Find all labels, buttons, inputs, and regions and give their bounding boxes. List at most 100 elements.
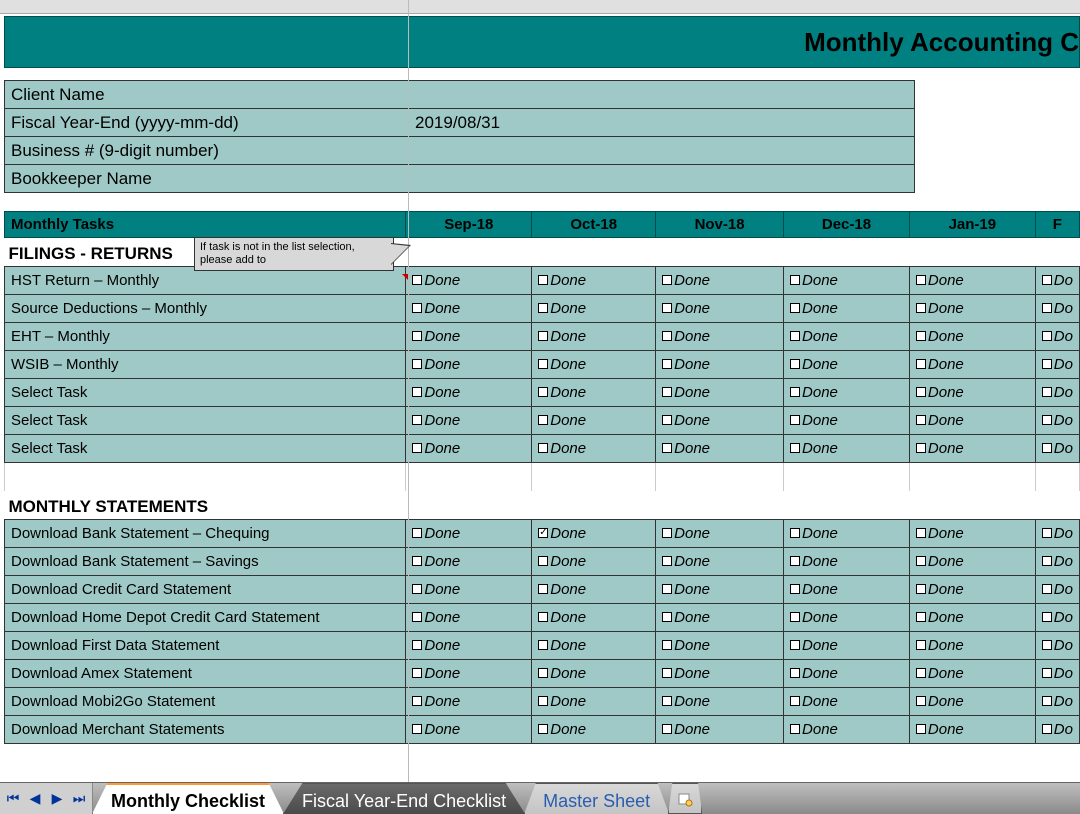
sheet-tab[interactable]: Monthly Checklist bbox=[92, 783, 284, 814]
task-name-cell[interactable]: Download Home Depot Credit Card Statemen… bbox=[5, 603, 406, 631]
done-checkbox[interactable] bbox=[916, 443, 926, 453]
done-cell[interactable]: Done bbox=[406, 547, 532, 575]
task-name-cell[interactable]: Download Credit Card Statement bbox=[5, 575, 406, 603]
done-cell[interactable]: Done bbox=[532, 267, 656, 295]
done-checkbox[interactable] bbox=[790, 724, 800, 734]
done-checkbox[interactable] bbox=[1042, 415, 1052, 425]
done-checkbox[interactable] bbox=[1042, 612, 1052, 622]
done-checkbox[interactable] bbox=[1042, 668, 1052, 678]
done-cell[interactable]: Do bbox=[1035, 295, 1079, 323]
done-cell[interactable]: Done bbox=[784, 351, 910, 379]
done-cell[interactable]: Done bbox=[406, 295, 532, 323]
done-cell[interactable]: Done bbox=[909, 379, 1035, 407]
done-cell[interactable]: Done bbox=[532, 547, 656, 575]
done-checkbox[interactable] bbox=[790, 387, 800, 397]
done-checkbox[interactable] bbox=[412, 696, 422, 706]
done-checkbox[interactable] bbox=[916, 640, 926, 650]
done-checkbox[interactable] bbox=[538, 724, 548, 734]
done-checkbox[interactable] bbox=[1042, 584, 1052, 594]
done-checkbox[interactable] bbox=[538, 275, 548, 285]
done-checkbox[interactable] bbox=[916, 612, 926, 622]
done-cell[interactable]: Done bbox=[656, 323, 784, 351]
done-checkbox[interactable] bbox=[1042, 724, 1052, 734]
meta-label-cell[interactable]: Business # (9-digit number) bbox=[5, 137, 409, 165]
done-checkbox[interactable] bbox=[538, 303, 548, 313]
done-checkbox[interactable] bbox=[662, 528, 672, 538]
done-cell[interactable]: Do bbox=[1035, 575, 1079, 603]
done-cell[interactable]: Do bbox=[1035, 267, 1079, 295]
done-checkbox[interactable] bbox=[790, 415, 800, 425]
sheet-tab[interactable]: Fiscal Year-End Checklist bbox=[283, 783, 525, 814]
done-checkbox[interactable] bbox=[538, 528, 548, 538]
meta-label-cell[interactable]: Bookkeeper Name bbox=[5, 165, 409, 193]
done-checkbox[interactable] bbox=[412, 387, 422, 397]
done-checkbox[interactable] bbox=[412, 303, 422, 313]
done-cell[interactable]: Done bbox=[406, 379, 532, 407]
task-name-cell[interactable]: Select Task bbox=[5, 435, 406, 463]
done-cell[interactable]: Done bbox=[909, 575, 1035, 603]
done-cell[interactable]: Done bbox=[656, 379, 784, 407]
done-cell[interactable]: Done bbox=[406, 435, 532, 463]
task-name-cell[interactable]: EHT – Monthly bbox=[5, 323, 406, 351]
done-cell[interactable]: Done bbox=[784, 435, 910, 463]
done-cell[interactable]: Done bbox=[909, 715, 1035, 743]
done-checkbox[interactable] bbox=[538, 359, 548, 369]
done-checkbox[interactable] bbox=[662, 612, 672, 622]
done-cell[interactable]: Do bbox=[1035, 379, 1079, 407]
done-cell[interactable]: Do bbox=[1035, 603, 1079, 631]
done-checkbox[interactable] bbox=[662, 584, 672, 594]
done-checkbox[interactable] bbox=[790, 303, 800, 313]
done-checkbox[interactable] bbox=[1042, 696, 1052, 706]
done-checkbox[interactable] bbox=[916, 415, 926, 425]
done-cell[interactable]: Done bbox=[784, 659, 910, 687]
done-checkbox[interactable] bbox=[1042, 331, 1052, 341]
tab-nav-prev-icon[interactable]: ◀ bbox=[26, 790, 44, 807]
done-checkbox[interactable] bbox=[1042, 443, 1052, 453]
done-cell[interactable]: Done bbox=[784, 715, 910, 743]
meta-label-cell[interactable]: Fiscal Year-End (yyyy-mm-dd) bbox=[5, 109, 409, 137]
done-checkbox[interactable] bbox=[1042, 528, 1052, 538]
done-cell[interactable]: Done bbox=[784, 631, 910, 659]
done-checkbox[interactable] bbox=[1042, 303, 1052, 313]
done-checkbox[interactable] bbox=[412, 640, 422, 650]
done-checkbox[interactable] bbox=[662, 303, 672, 313]
done-cell[interactable]: Done bbox=[532, 435, 656, 463]
done-checkbox[interactable] bbox=[1042, 275, 1052, 285]
done-checkbox[interactable] bbox=[662, 331, 672, 341]
done-cell[interactable]: Done bbox=[656, 351, 784, 379]
done-checkbox[interactable] bbox=[662, 275, 672, 285]
done-checkbox[interactable] bbox=[412, 584, 422, 594]
done-cell[interactable]: Done bbox=[784, 295, 910, 323]
done-checkbox[interactable] bbox=[662, 359, 672, 369]
done-cell[interactable]: Done bbox=[909, 631, 1035, 659]
meta-value-cell[interactable]: 2019/08/31 bbox=[409, 109, 915, 137]
done-cell[interactable]: Done bbox=[784, 687, 910, 715]
done-cell[interactable]: Do bbox=[1035, 435, 1079, 463]
done-checkbox[interactable] bbox=[662, 696, 672, 706]
meta-value-cell[interactable] bbox=[409, 165, 915, 193]
done-cell[interactable]: Done bbox=[406, 267, 532, 295]
done-cell[interactable]: Done bbox=[532, 379, 656, 407]
task-name-cell[interactable]: Download Bank Statement – Chequing bbox=[5, 519, 406, 547]
done-cell[interactable]: Done bbox=[656, 267, 784, 295]
done-checkbox[interactable] bbox=[790, 640, 800, 650]
tab-nav-last-icon[interactable]: ⏭ bbox=[70, 790, 88, 807]
done-checkbox[interactable] bbox=[412, 359, 422, 369]
done-checkbox[interactable] bbox=[1042, 640, 1052, 650]
done-cell[interactable]: Done bbox=[784, 575, 910, 603]
done-cell[interactable]: Done bbox=[406, 407, 532, 435]
done-cell[interactable]: Done bbox=[656, 435, 784, 463]
task-name-cell[interactable]: Download Bank Statement – Savings bbox=[5, 547, 406, 575]
done-cell[interactable]: Done bbox=[656, 547, 784, 575]
done-checkbox[interactable] bbox=[412, 415, 422, 425]
done-cell[interactable]: Done bbox=[406, 519, 532, 547]
tab-nav-first-icon[interactable]: ⏮ bbox=[4, 790, 22, 807]
done-checkbox[interactable] bbox=[790, 528, 800, 538]
done-cell[interactable]: Done bbox=[784, 519, 910, 547]
done-cell[interactable]: Done bbox=[784, 407, 910, 435]
done-checkbox[interactable] bbox=[662, 640, 672, 650]
task-name-cell[interactable]: Download Mobi2Go Statement bbox=[5, 687, 406, 715]
meta-label-cell[interactable]: Client Name bbox=[5, 81, 409, 109]
done-checkbox[interactable] bbox=[538, 387, 548, 397]
done-cell[interactable]: Done bbox=[909, 659, 1035, 687]
